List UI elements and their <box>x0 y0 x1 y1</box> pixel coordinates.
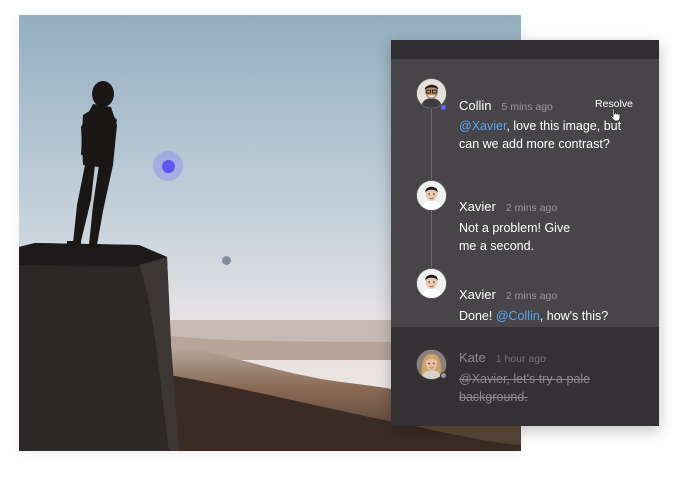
comment-header: Collin 5 mins ago <box>459 98 553 113</box>
status-icon <box>440 372 447 379</box>
avatar-xavier-icon[interactable] <box>416 268 447 299</box>
online-status-icon <box>440 104 447 111</box>
mention-link[interactable]: @Xavier <box>459 119 506 133</box>
comment-author: Xavier <box>459 287 496 302</box>
comment-text: Done! @Collin, how's this? <box>459 309 609 323</box>
comment-thread: Collin 5 mins ago Resolve @Xavier, love … <box>391 59 659 327</box>
comment-author: Xavier <box>459 199 496 214</box>
comment-author: Collin <box>459 98 492 113</box>
comment-header: Xavier 2 mins ago <box>459 287 557 302</box>
active-comment-pin[interactable] <box>153 151 183 181</box>
panel-header <box>391 40 659 59</box>
comment-panel: Collin 5 mins ago Resolve @Xavier, love … <box>391 40 659 426</box>
resolved-comment-text: @Xavier, let's try a pale background. <box>459 372 591 404</box>
comment-text: Not a problem! Give me a second. <box>459 221 571 253</box>
comment-pin[interactable] <box>222 256 231 265</box>
avatar-xavier-icon[interactable] <box>416 180 447 211</box>
comment-header: Kate 1 hour ago <box>459 350 546 365</box>
active-comment-pin-dot <box>161 159 175 173</box>
comment-author: Kate <box>459 350 486 365</box>
comment-time: 2 mins ago <box>505 290 558 302</box>
resolved-comment: Kate 1 hour ago @Xavier, let's try a pal… <box>391 327 659 426</box>
comment-header: Xavier 2 mins ago <box>459 199 557 214</box>
comment-time: 1 hour ago <box>495 353 546 365</box>
comment-time: 2 mins ago <box>505 202 558 214</box>
comment-time: 5 mins ago <box>501 101 553 113</box>
comment-text: @Xavier, love this image, but can we add… <box>459 119 622 151</box>
mention-link[interactable]: @Collin <box>496 309 540 323</box>
